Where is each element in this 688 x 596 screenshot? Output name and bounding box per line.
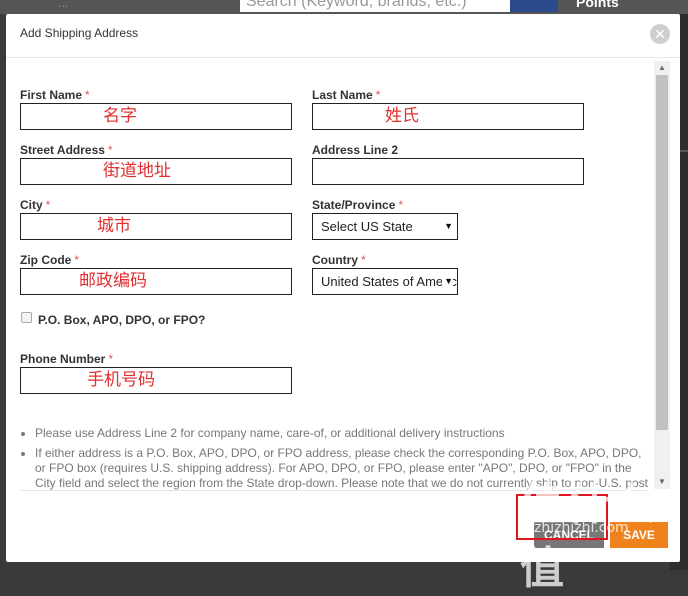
footer-divider xyxy=(20,490,648,491)
country-select[interactable]: United States of America ▼ xyxy=(312,268,458,295)
country-select-value: United States of America xyxy=(321,274,458,289)
save-button[interactable]: SAVE xyxy=(610,522,668,548)
last-name-input[interactable]: 姓氏 xyxy=(312,103,584,130)
phone-number-input[interactable]: 手机号码 xyxy=(20,367,292,394)
po-box-checkbox[interactable] xyxy=(21,312,32,323)
city-input[interactable]: 城市 xyxy=(20,213,292,240)
address-line2-input[interactable] xyxy=(312,158,584,185)
state-select[interactable]: Select US State ▼ xyxy=(312,213,458,240)
phone-number-label: Phone Number * xyxy=(20,352,114,366)
required-mark: * xyxy=(85,88,90,102)
state-label: State/Province * xyxy=(312,198,404,212)
scrollbar-thumb[interactable] xyxy=(656,75,668,430)
required-mark: * xyxy=(398,198,404,212)
address-line2-label: Address Line 2 xyxy=(312,143,399,157)
note-item: If either address is a P.O. Box, APO, DP… xyxy=(35,446,650,490)
note-item: Please use Address Line 2 for company na… xyxy=(35,426,650,441)
zip-code-input[interactable]: 邮政编码 xyxy=(20,268,292,295)
required-mark: * xyxy=(375,88,381,102)
background-left-text: ... xyxy=(58,0,69,10)
last-name-label: Last Name * xyxy=(312,88,381,102)
background-search-input: Search (Keyword, brands, etc.) xyxy=(240,0,510,12)
dropdown-arrow-icon: ▼ xyxy=(442,269,453,294)
state-select-value: Select US State xyxy=(321,219,413,234)
scroll-up-arrow-icon[interactable]: ▲ xyxy=(654,61,670,75)
scroll-down-arrow-icon[interactable]: ▼ xyxy=(654,475,670,489)
po-box-label: P.O. Box, APO, DPO, or FPO? xyxy=(38,313,206,327)
required-mark: * xyxy=(45,198,51,212)
close-icon[interactable]: ✕ xyxy=(650,24,670,44)
first-name-label: First Name * xyxy=(20,88,90,102)
zip-code-label: Zip Code * xyxy=(20,253,79,267)
first-name-input[interactable]: 名字 xyxy=(20,103,292,130)
required-mark: * xyxy=(74,253,79,267)
form-scroll-area: First Name * 名字 Last Name * 姓氏 Street Addr… xyxy=(6,58,680,490)
scrollbar[interactable]: ▲ ▼ xyxy=(654,61,670,489)
dropdown-arrow-icon: ▼ xyxy=(444,221,453,231)
background-points-text: Points xyxy=(576,0,619,10)
street-address-label: Street Address * xyxy=(20,143,113,157)
required-mark: * xyxy=(108,352,114,366)
city-label: City * xyxy=(20,198,51,212)
required-mark: * xyxy=(107,143,113,157)
shipping-notes: Please use Address Line 2 for company na… xyxy=(20,426,650,490)
country-label: Country * xyxy=(312,253,366,267)
add-shipping-address-modal: Add Shipping Address ✕ First Name * 名字 La… xyxy=(6,14,680,562)
street-address-input[interactable]: 街道地址 xyxy=(20,158,292,185)
required-mark: * xyxy=(361,253,366,267)
background-search-button xyxy=(510,0,558,12)
cancel-highlight-box xyxy=(516,494,608,540)
background-header: ... Search (Keyword, brands, etc.) Point… xyxy=(0,0,688,14)
modal-title: Add Shipping Address xyxy=(20,26,139,40)
